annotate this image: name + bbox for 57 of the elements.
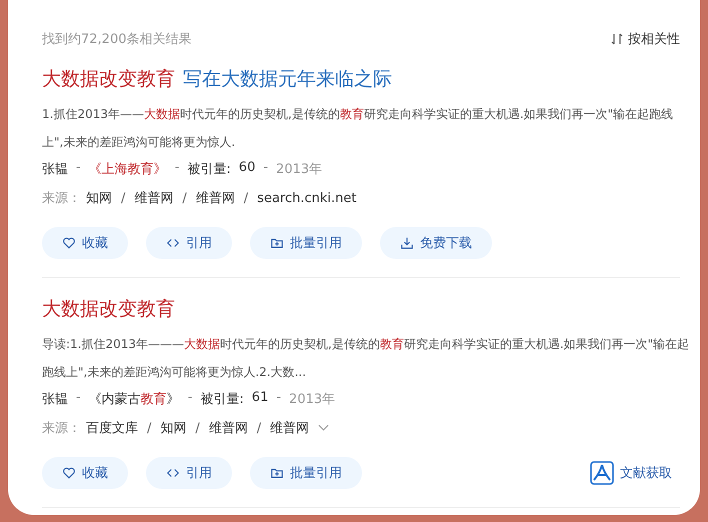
- source-link[interactable]: 维普网: [208, 419, 248, 437]
- separator: /: [244, 190, 248, 206]
- heart-icon: [62, 236, 76, 250]
- source-link[interactable]: 知网: [160, 419, 186, 437]
- citation-label: 被引量:: [200, 391, 244, 408]
- journal-name[interactable]: 《内蒙古教育》: [88, 390, 180, 408]
- result-title-link[interactable]: 大数据改变教育: [42, 66, 175, 92]
- separator: /: [121, 190, 126, 206]
- source-link[interactable]: 维普网: [270, 419, 310, 437]
- separator: -: [263, 160, 268, 177]
- separator: /: [195, 420, 200, 436]
- separator: /: [256, 420, 262, 436]
- source-link[interactable]: 维普网: [196, 189, 235, 207]
- result-title-link[interactable]: 大数据改变教育: [42, 296, 175, 322]
- download-icon: [400, 236, 414, 250]
- separator: /: [182, 190, 187, 206]
- source-link[interactable]: search.cnki.net: [257, 190, 356, 206]
- result-count: 找到约72,200条相关结果: [42, 31, 192, 48]
- code-icon: [166, 236, 180, 250]
- code-icon: [166, 466, 180, 480]
- action-button[interactable]: 收藏: [42, 457, 128, 489]
- action-button[interactable]: 文献获取: [590, 457, 672, 489]
- author-name[interactable]: 张韫: [42, 390, 68, 408]
- source-label: 来源：: [42, 190, 81, 207]
- separator: -: [76, 160, 81, 177]
- source-link[interactable]: 知网: [86, 189, 112, 207]
- heart-icon: [62, 466, 76, 480]
- sort-icon: [611, 33, 623, 45]
- author-name[interactable]: 张韫: [42, 160, 68, 178]
- result-snippet: 导读:1.抓住2013年———大数据时代元年的历史契机,是传统的教育研究走向科学实证的重大机遇.如果我们再一次"输在起跑线上",未来的差距鸿沟可能将更为惊人.2.大数...: [42, 336, 690, 381]
- action-button[interactable]: 引用: [146, 457, 232, 489]
- folder-plus-icon: [270, 466, 284, 480]
- separator: -: [76, 390, 81, 407]
- source-link[interactable]: 维普网: [134, 189, 174, 207]
- folder-plus-icon: [270, 236, 284, 250]
- pdf-icon: [590, 461, 614, 485]
- source-label: 来源：: [42, 420, 81, 437]
- action-button[interactable]: 收藏: [42, 227, 128, 259]
- sort-button[interactable]: 按相关性: [611, 30, 680, 48]
- action-button[interactable]: 批量引用: [250, 227, 362, 259]
- action-button[interactable]: 免费下载: [380, 227, 492, 259]
- result-snippet: 1.抓住2013年——大数据时代元年的历史契机,是传统的教育研究走向科学实证的重大机遇.如果我们再一次"输在起跑线上",未来的差距鸿沟可能将更为惊人.: [42, 106, 674, 151]
- journal-name[interactable]: 《上海教育》: [88, 160, 167, 178]
- separator: /: [147, 420, 152, 436]
- citation-label: 被引量:: [187, 161, 231, 178]
- citation-count: 60: [238, 160, 256, 177]
- separator: -: [188, 390, 192, 407]
- publication-year: 2013年: [276, 161, 322, 178]
- publication-year: 2013年: [289, 391, 336, 408]
- separator: -: [174, 160, 180, 177]
- action-button[interactable]: 引用: [146, 227, 232, 259]
- action-button[interactable]: 批量引用: [250, 457, 362, 489]
- chevron-down-icon[interactable]: [318, 424, 330, 432]
- source-link[interactable]: 百度文库: [86, 419, 138, 437]
- separator: -: [276, 390, 282, 407]
- citation-count: 61: [252, 390, 268, 407]
- result-subtitle-link[interactable]: 写在大数据元年来临之际: [183, 66, 392, 92]
